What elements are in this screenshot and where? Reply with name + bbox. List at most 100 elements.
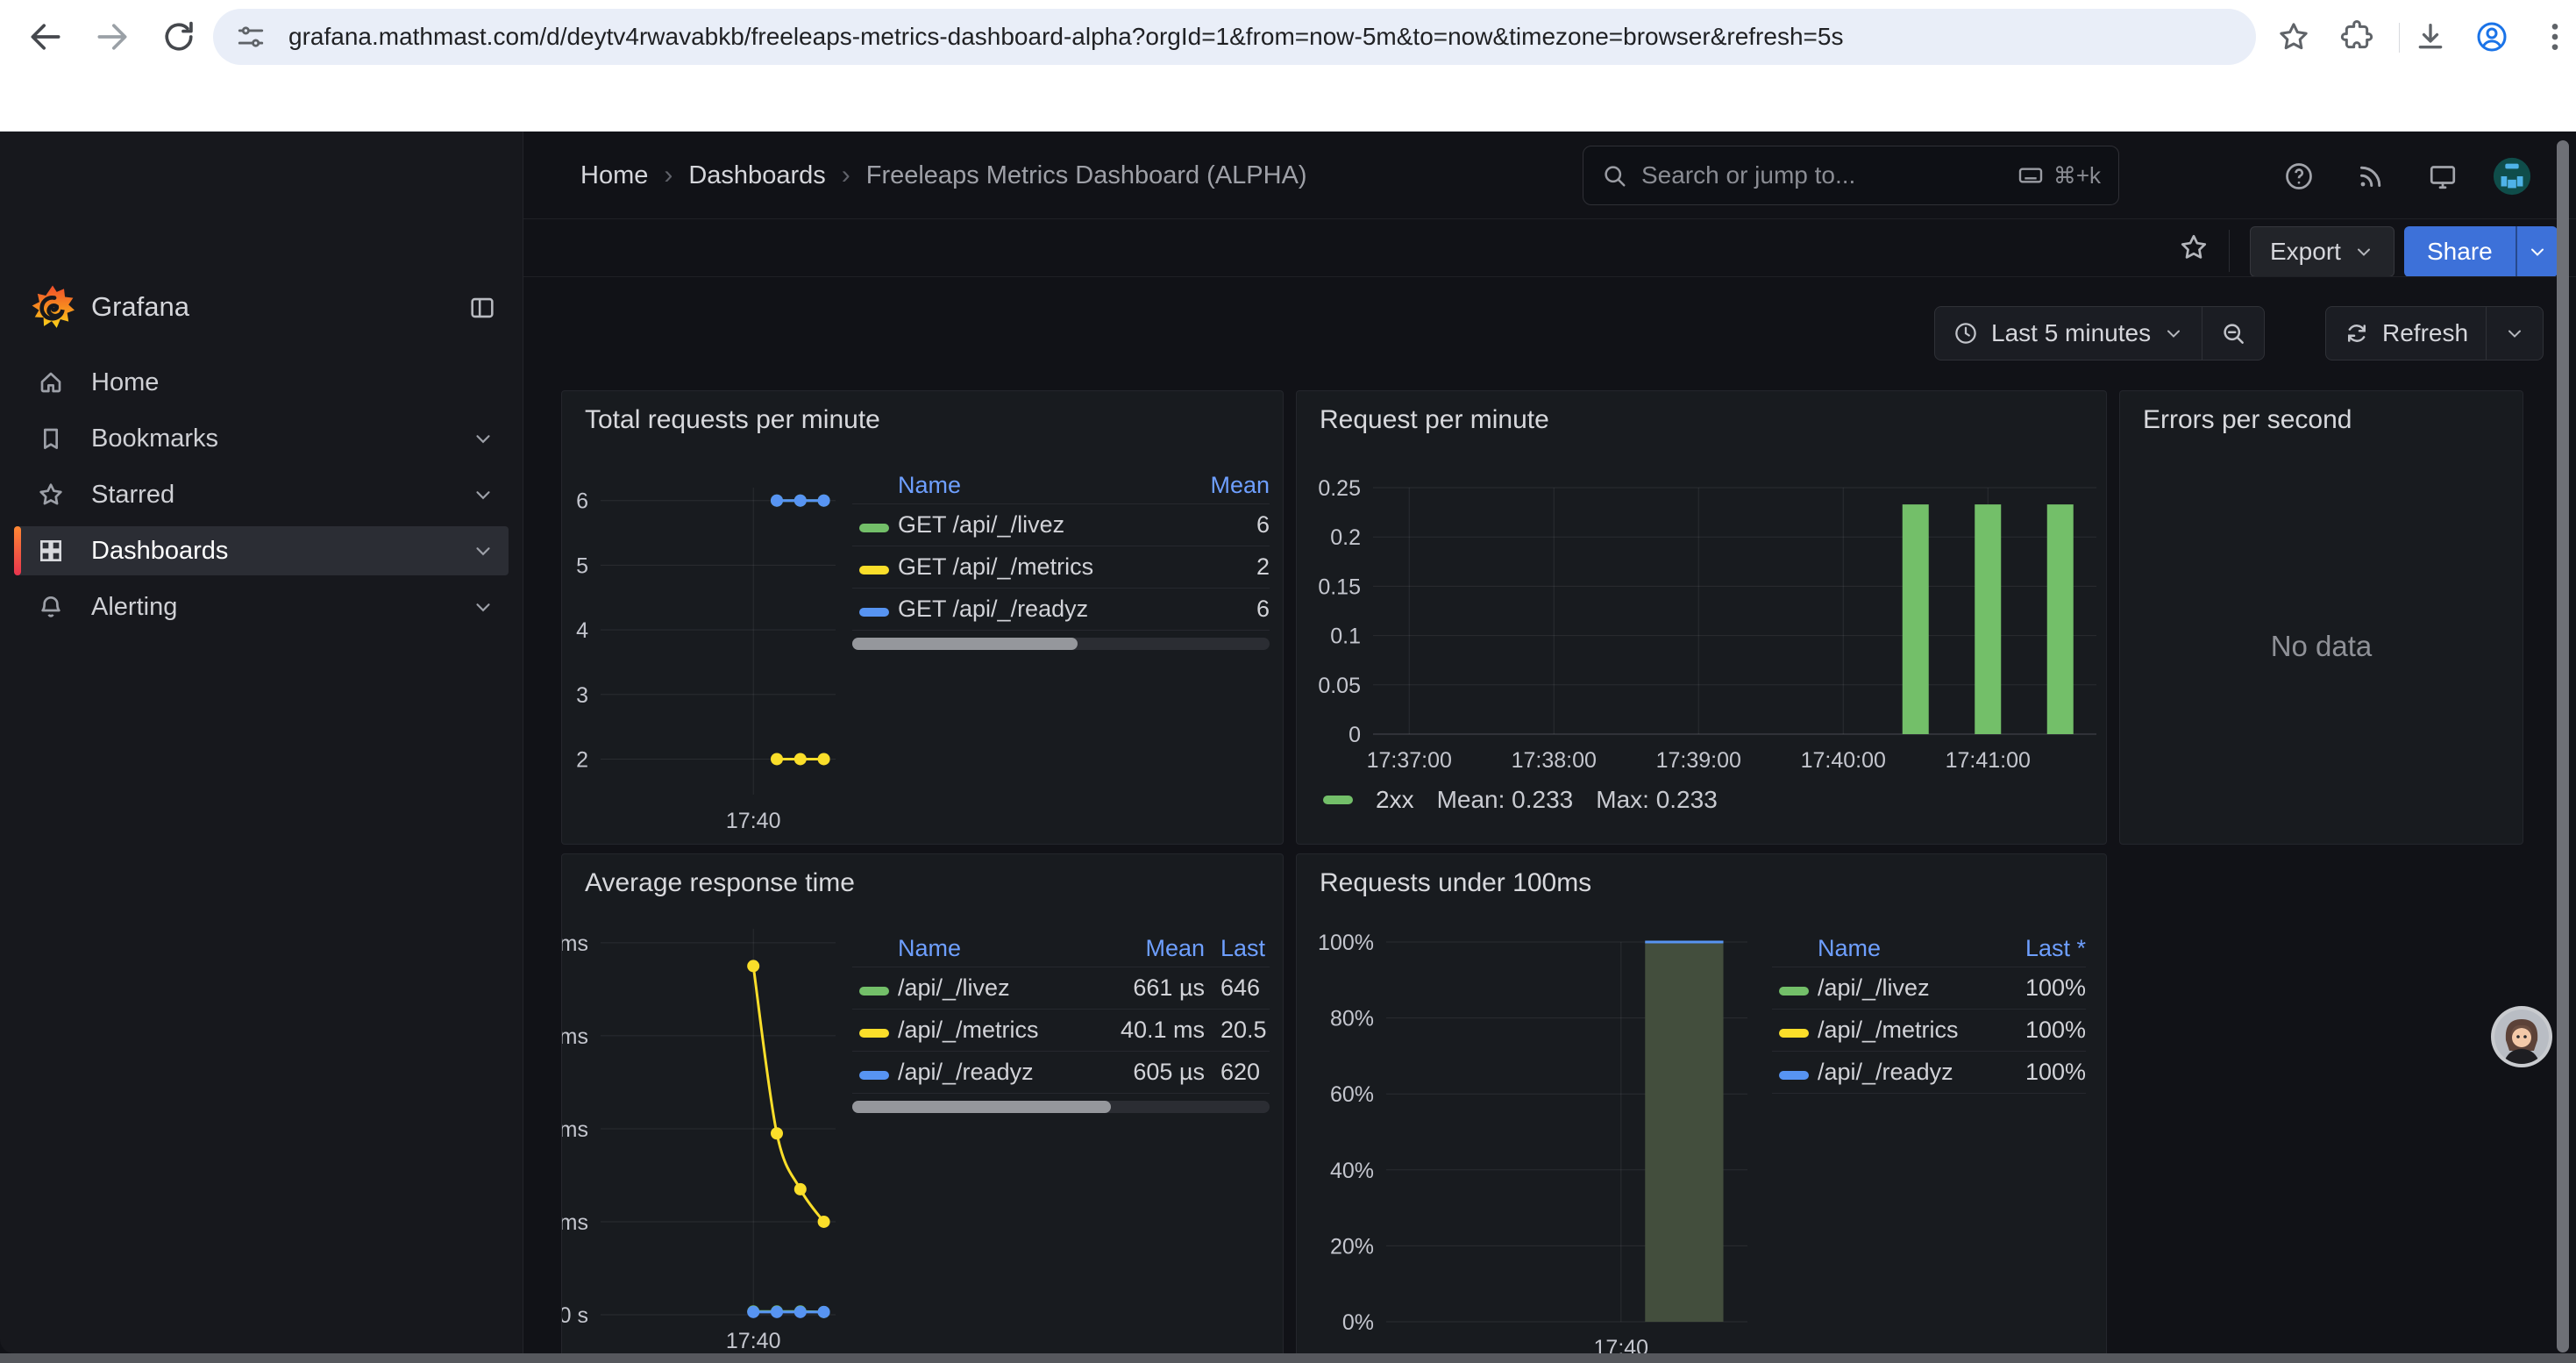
refresh-interval-button[interactable]: [2487, 307, 2543, 360]
legend-col-mean[interactable]: Mean: [1107, 935, 1205, 962]
browser-menu-icon[interactable]: [2537, 19, 2572, 54]
legend-row[interactable]: /api/_/readyz 605 µs 620: [852, 1052, 1270, 1094]
legend-row[interactable]: /api/_/metrics 40.1 ms 20.5 m: [852, 1010, 1270, 1052]
user-avatar[interactable]: [2492, 156, 2532, 196]
series-mean: 605 µs: [1107, 1059, 1205, 1086]
breadcrumb-dashboards[interactable]: Dashboards: [688, 161, 825, 190]
sidebar-item-bookmarks[interactable]: Bookmarks: [14, 414, 509, 463]
series-name[interactable]: 2xx: [1376, 786, 1414, 814]
legend-scrollbar[interactable]: [852, 638, 1270, 650]
legend-mean: Mean: 0.233: [1437, 786, 1574, 814]
favorite-star-icon[interactable]: [2178, 232, 2210, 263]
series-last: 100%: [1988, 1017, 2086, 1044]
panel-avg-response-time[interactable]: Average response time 80 ms60 ms40 ms20 …: [561, 853, 1284, 1363]
scrollbar-thumb[interactable]: [852, 638, 1078, 650]
time-range-picker[interactable]: Last 5 minutes: [1935, 307, 2202, 360]
svg-text:5: 5: [576, 553, 588, 578]
series-name[interactable]: GET /api/_/metrics: [898, 553, 1189, 581]
back-icon[interactable]: [26, 18, 65, 56]
share-menu-button[interactable]: [2516, 226, 2558, 277]
svg-text:3: 3: [576, 683, 588, 708]
legend-table: Name Mean Last /api/_/livez 661 µs 646 /…: [852, 930, 1270, 1113]
svg-text:40 ms: 40 ms: [562, 1117, 588, 1142]
panel-total-requests[interactable]: Total requests per minute 6543217:40 Nam…: [561, 390, 1284, 845]
series-name[interactable]: /api/_/livez: [1818, 974, 1988, 1002]
legend-col-mean[interactable]: Mean: [1189, 472, 1270, 499]
breadcrumb-home[interactable]: Home: [580, 161, 648, 190]
legend-col-last[interactable]: Last *: [1988, 935, 2086, 962]
scrollbar-thumb[interactable]: [852, 1101, 1111, 1113]
zoom-out-button[interactable]: [2202, 307, 2264, 360]
search-box[interactable]: ⌘+k: [1583, 146, 2119, 205]
legend-row[interactable]: GET /api/_/readyz 6: [852, 589, 1270, 631]
series-name[interactable]: /api/_/metrics: [898, 1017, 1107, 1044]
news-rss-icon[interactable]: [2355, 161, 2387, 192]
series-name[interactable]: /api/_/readyz: [1818, 1059, 1988, 1086]
forward-icon[interactable]: [93, 18, 132, 56]
display-icon[interactable]: [2427, 161, 2459, 192]
legend-row[interactable]: /api/_/livez 661 µs 646: [852, 967, 1270, 1010]
help-icon[interactable]: [2283, 161, 2315, 192]
legend-row[interactable]: GET /api/_/metrics 2: [852, 546, 1270, 589]
bookmark-star-icon[interactable]: [2276, 19, 2311, 54]
chevron-down-icon[interactable]: [472, 427, 495, 450]
legend-row[interactable]: /api/_/metrics 100%: [1772, 1010, 2086, 1052]
bell-icon: [37, 593, 65, 621]
chevron-down-icon[interactable]: [472, 596, 495, 618]
series-last: 100%: [1988, 1059, 2086, 1086]
chevron-down-icon[interactable]: [472, 483, 495, 506]
refresh-button[interactable]: Refresh: [2326, 307, 2486, 360]
sidebar-item-dashboards[interactable]: Dashboards: [14, 526, 509, 575]
series-name[interactable]: GET /api/_/livez: [898, 511, 1189, 539]
legend-col-name[interactable]: Name: [898, 472, 1189, 499]
export-button[interactable]: Export: [2250, 226, 2395, 277]
legend-scrollbar[interactable]: [852, 1101, 1270, 1113]
series-name[interactable]: GET /api/_/readyz: [898, 596, 1189, 623]
bottom-scrollbar[interactable]: [0, 1353, 2576, 1363]
series-color-pill: [859, 566, 889, 574]
svg-text:17:38:00: 17:38:00: [1512, 748, 1597, 773]
series-name[interactable]: /api/_/readyz: [898, 1059, 1107, 1086]
url-bar[interactable]: grafana.mathmast.com/d/deytv4rwavabkb/fr…: [213, 9, 2256, 65]
dock-menu-icon[interactable]: [467, 293, 497, 323]
shortcut-text: ⌘+k: [2053, 162, 2101, 189]
sidebar-item-alerting[interactable]: Alerting: [14, 582, 509, 632]
search-input[interactable]: [1640, 161, 2004, 190]
dashboards-icon: [37, 537, 65, 565]
page-scrollbar[interactable]: [2557, 140, 2569, 1352]
assistant-avatar[interactable]: [2490, 1005, 2553, 1068]
search-icon: [1601, 162, 1627, 189]
download-icon[interactable]: [2413, 19, 2448, 54]
profile-icon[interactable]: [2474, 19, 2509, 54]
toolbar-divider: [2399, 23, 2400, 53]
sidebar-item-home[interactable]: Home: [14, 358, 509, 407]
breadcrumb: Home › Dashboards › Freeleaps Metrics Da…: [580, 132, 1307, 219]
legend-col-name[interactable]: Name: [898, 935, 1107, 962]
series-name[interactable]: /api/_/metrics: [1818, 1017, 1988, 1044]
chevron-down-icon[interactable]: [472, 539, 495, 562]
panel-request-per-minute[interactable]: Request per minute 0.250.20.150.10.05017…: [1296, 390, 2107, 845]
legend-row[interactable]: /api/_/readyz 100%: [1772, 1052, 2086, 1094]
series-last: 646: [1205, 974, 1270, 1002]
keyboard-icon: [2017, 161, 2045, 189]
panel-requests-under-100ms[interactable]: Requests under 100ms 100%80%60%40%20%0%1…: [1296, 853, 2107, 1363]
legend-row[interactable]: /api/_/livez 100%: [1772, 967, 2086, 1010]
browser-toolbar: grafana.mathmast.com/d/deytv4rwavabkb/fr…: [0, 0, 2576, 74]
url-text[interactable]: grafana.mathmast.com/d/deytv4rwavabkb/fr…: [288, 23, 1843, 51]
share-button[interactable]: Share: [2404, 226, 2516, 277]
extensions-icon[interactable]: [2339, 19, 2374, 54]
brand-name[interactable]: Grafana: [91, 263, 189, 351]
series-name[interactable]: /api/_/livez: [898, 974, 1107, 1002]
sidebar-item-starred[interactable]: Starred: [14, 470, 509, 519]
svg-text:80 ms: 80 ms: [562, 931, 588, 956]
series-color-pill: [1779, 1029, 1809, 1038]
sidebar: Grafana Home Bookmarks Starred Dashboard…: [0, 132, 523, 1353]
legend-col-last[interactable]: Last: [1205, 935, 1270, 962]
legend-row[interactable]: GET /api/_/livez 6: [852, 504, 1270, 546]
site-settings-icon[interactable]: [236, 22, 266, 52]
panel-errors-per-second[interactable]: Errors per second No data: [2119, 390, 2523, 845]
reload-icon[interactable]: [160, 18, 198, 56]
svg-text:0: 0: [1348, 723, 1361, 747]
grafana-logo[interactable]: [30, 284, 75, 330]
legend-col-name[interactable]: Name: [1818, 935, 1988, 962]
